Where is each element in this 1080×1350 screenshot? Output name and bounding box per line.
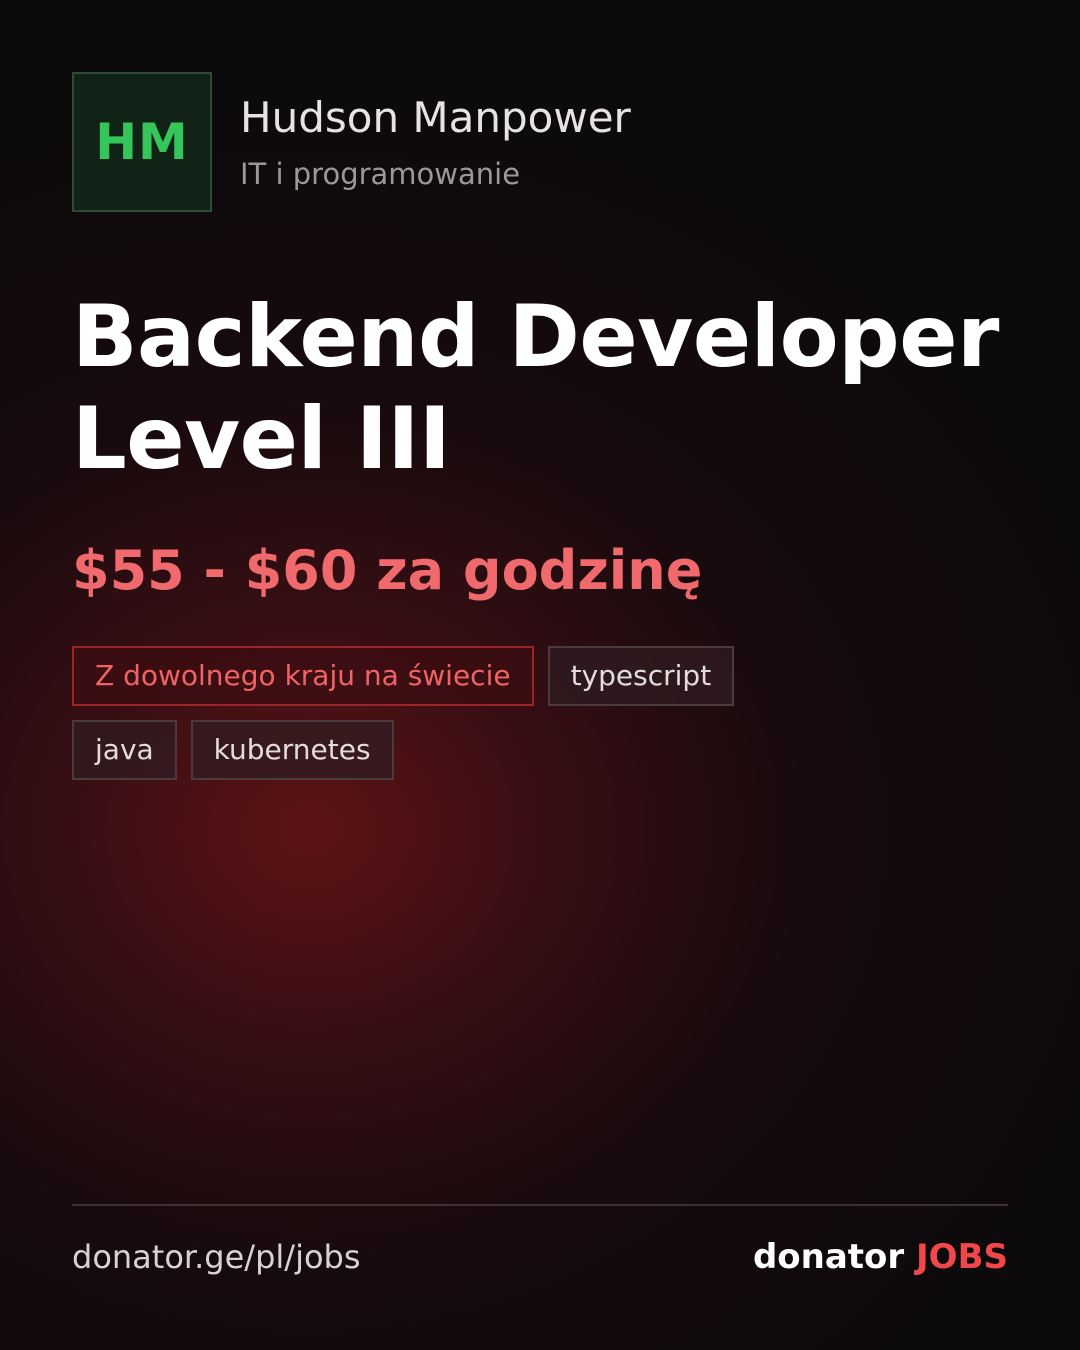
footer-url-link[interactable]: donator.ge/pl/jobs (72, 1236, 361, 1278)
brand-accent: JOBS (916, 1237, 1008, 1277)
job-title-line-2: Level III (72, 389, 451, 489)
salary-range: $55 - $60 za godzinę (72, 539, 703, 602)
company-initials: HM (95, 113, 189, 171)
brand-logo: donator JOBS (753, 1236, 1008, 1278)
tag-kubernetes: kubernetes (190, 720, 394, 780)
tag-list: Z dowolnego kraju na świecie typescript … (72, 646, 832, 780)
job-title: Backend Developer Level III (72, 286, 1012, 490)
tag-location: Z dowolnego kraju na świecie (72, 646, 534, 706)
company-category: IT i programowanie (240, 157, 521, 191)
job-title-line-1: Backend Developer (72, 287, 999, 387)
footer-divider (72, 1204, 1008, 1206)
company-header: HM Hudson Manpower IT i programowanie (72, 72, 631, 212)
tag-typescript: typescript (547, 646, 735, 706)
brand-name: donator (752, 1237, 905, 1277)
company-name: Hudson Manpower (240, 93, 631, 142)
company-logo: HM (72, 72, 212, 212)
company-info: Hudson Manpower IT i programowanie (240, 72, 631, 192)
tag-java: java (72, 720, 177, 780)
